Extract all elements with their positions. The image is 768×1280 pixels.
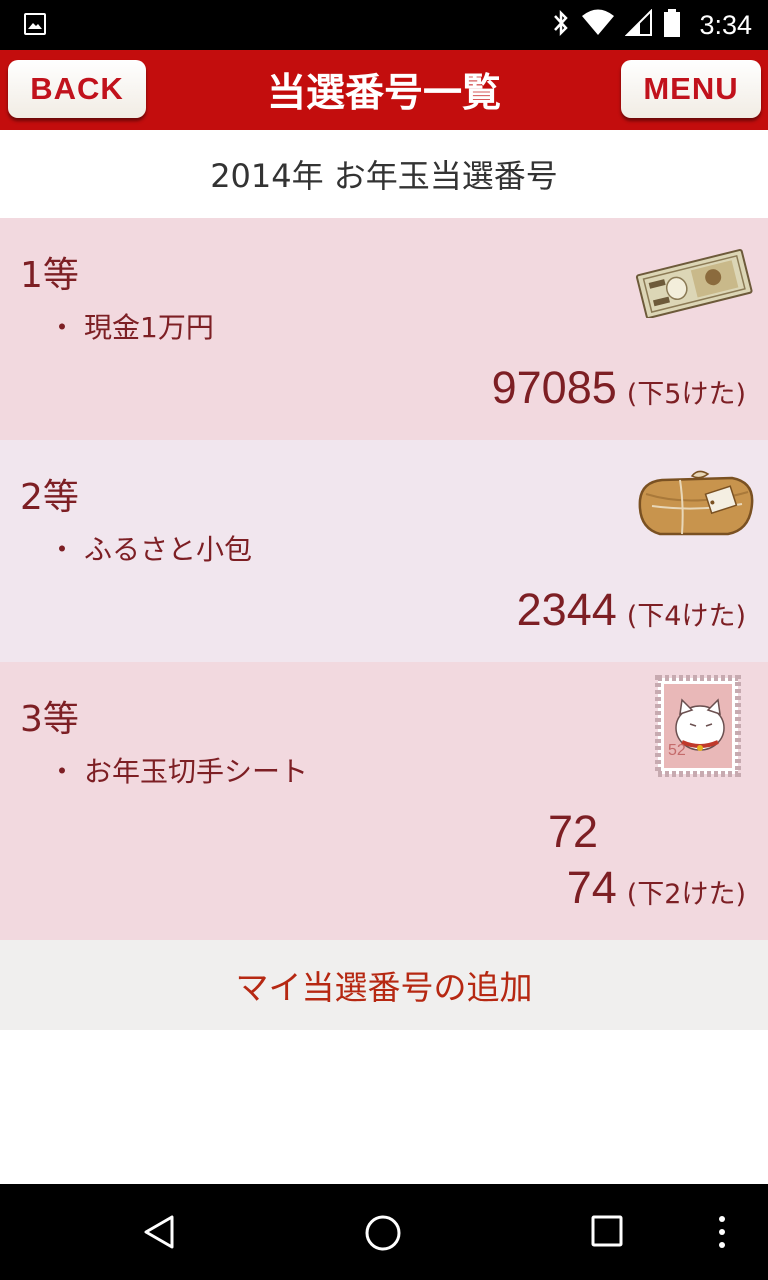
menu-button[interactable]: MENU <box>621 60 761 118</box>
prize-rank: 2等 <box>20 477 79 518</box>
nav-back-icon[interactable] <box>142 1214 178 1254</box>
prize-item: ・お年玉切手シート <box>48 755 309 788</box>
stamp-icon: 52 <box>652 672 744 784</box>
gallery-notification-icon <box>24 13 46 35</box>
winning-number: 2344 <box>516 584 617 635</box>
clock: 3:34 <box>699 9 752 40</box>
stamp-value: 52 <box>668 742 686 759</box>
banknote-icon <box>632 248 756 322</box>
digit-note: (下5けた) <box>626 379 746 410</box>
wifi-icon <box>581 9 615 41</box>
app-header: BACK 当選番号一覧 MENU <box>0 50 768 130</box>
digit-note: (下4けた) <box>626 601 746 632</box>
prize-item: ・現金1万円 <box>48 311 214 344</box>
nav-home-icon[interactable] <box>364 1214 402 1256</box>
winning-number: 74 <box>566 862 617 913</box>
battery-icon <box>663 8 681 42</box>
digit-note: (下2けた) <box>626 879 746 910</box>
status-bar: 3:34 <box>0 0 768 50</box>
nav-overflow-icon[interactable] <box>717 1214 727 1254</box>
prize-row-2: 2等 ・ふるさと小包 2344 (下4けた) <box>0 440 768 662</box>
winning-number-line: 74 (下2けた) <box>567 862 746 914</box>
prize-item: ・ふるさと小包 <box>48 533 253 566</box>
winning-number-line: 97085 (下5けた) <box>492 362 746 414</box>
prize-row-1: 1等 ・現金1万円 97085 (下5けた) <box>0 218 768 440</box>
prize-rank: 3等 <box>20 699 79 740</box>
add-my-numbers-button[interactable]: マイ当選番号の追加 <box>0 940 768 1030</box>
page-title: 当選番号一覧 <box>266 71 501 116</box>
prize-rank: 1等 <box>20 255 79 296</box>
system-nav-bar <box>0 1184 768 1280</box>
winning-number: 72 <box>548 806 599 857</box>
cell-signal-icon <box>625 8 653 41</box>
back-button[interactable]: BACK <box>8 60 146 118</box>
lottery-year-title: 2014年 お年玉当選番号 <box>210 157 558 195</box>
bluetooth-icon <box>551 8 571 42</box>
parcel-icon <box>632 460 758 552</box>
prize-row-3: 3等 ・お年玉切手シート 52 72 74 (下2けた) <box>0 662 768 940</box>
winning-number: 97085 <box>491 362 617 413</box>
nav-recents-icon[interactable] <box>590 1214 624 1252</box>
winning-number-line: 2344 (下4けた) <box>517 584 746 636</box>
